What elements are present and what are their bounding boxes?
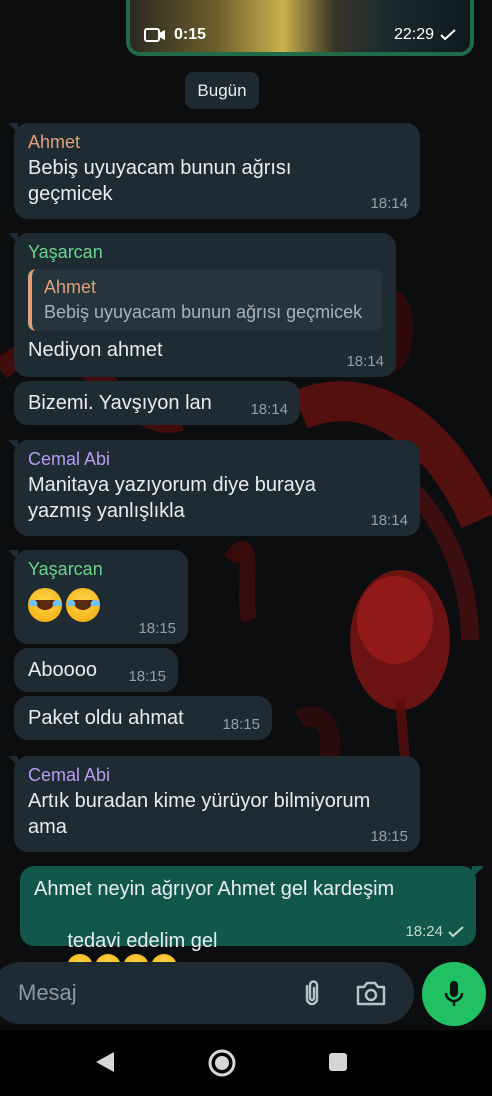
home-nav-icon[interactable] bbox=[207, 1048, 237, 1078]
quoted-sender: Ahmet bbox=[44, 277, 97, 297]
message-time: 18:15 bbox=[222, 716, 260, 733]
message-bubble[interactable]: Ahmet Bebiş uyuyacam bunun ağrısı geçmic… bbox=[8, 123, 420, 219]
message-text: Artık buradan kime yürüyor bilmiyorum am… bbox=[28, 790, 371, 838]
message-text: Bebiş uyuyacam bunun ağrısı geçmicek bbox=[28, 157, 292, 205]
message-time: 18:14 bbox=[370, 512, 408, 529]
mic-icon bbox=[444, 981, 464, 1006]
message-input[interactable]: Mesaj bbox=[18, 980, 77, 1006]
message-bubble[interactable]: Cemal Abi Artık buradan kime yürüyor bil… bbox=[8, 756, 420, 852]
attach-icon[interactable] bbox=[296, 977, 328, 1009]
emoji-message bbox=[28, 588, 174, 622]
video-time-text: 22:29 bbox=[393, 26, 434, 43]
message-text: Manitaya yazıyorum diye buraya yazmış ya… bbox=[28, 474, 316, 522]
quoted-text: Bebiş uyuyacam bunun ağrısı geçmicek bbox=[44, 302, 363, 322]
message-time: 18:15 bbox=[138, 620, 176, 637]
message-bubble[interactable]: Bizemi. Yavşıyon lan 18:14 bbox=[14, 381, 300, 425]
message-sender[interactable]: Ahmet bbox=[28, 129, 406, 155]
message-bubble[interactable]: Yaşarcan Ahmet Bebiş uyuyacam bunun ağrı… bbox=[8, 233, 396, 377]
video-message-bubble[interactable]: 0:15 22:29 bbox=[126, 0, 474, 56]
camera-icon[interactable] bbox=[354, 978, 388, 1008]
message-sender[interactable]: Cemal Abi bbox=[28, 762, 406, 788]
outgoing-line-1: Ahmet neyin ağrıyor Ahmet gel kardeşim bbox=[34, 878, 395, 900]
message-time: 18:14 bbox=[346, 353, 384, 370]
video-duration: 0:15 bbox=[144, 26, 206, 44]
video-timestamp: 22:29 bbox=[394, 26, 456, 44]
video-duration-text: 0:15 bbox=[174, 26, 207, 43]
message-bubble[interactable]: Paket oldu ahmat 18:15 bbox=[14, 696, 272, 740]
crying-laughing-emoji bbox=[66, 588, 100, 622]
system-nav-bar bbox=[0, 1030, 492, 1096]
message-text: Bizemi. Yavşıyon lan bbox=[28, 392, 212, 414]
message-input-bar[interactable]: Mesaj bbox=[0, 962, 414, 1024]
recents-nav-icon[interactable] bbox=[328, 1052, 348, 1072]
quoted-message[interactable]: Ahmet Bebiş uyuyacam bunun ağrısı geçmic… bbox=[28, 269, 382, 331]
back-nav-icon[interactable] bbox=[94, 1050, 116, 1074]
read-check-icon bbox=[440, 29, 456, 41]
message-time: 18:14 bbox=[250, 401, 288, 418]
message-bubble[interactable]: Aboooo 18:15 bbox=[14, 648, 178, 692]
message-time: 18:15 bbox=[128, 668, 166, 685]
outgoing-line-2-text: tedavi edelim gel bbox=[67, 930, 218, 952]
outgoing-time-text: 18:24 bbox=[405, 923, 443, 940]
message-sender[interactable]: Cemal Abi bbox=[28, 446, 406, 472]
message-sender[interactable]: Yaşarcan bbox=[28, 239, 382, 265]
message-time: 18:14 bbox=[370, 195, 408, 212]
message-sender[interactable]: Yaşarcan bbox=[28, 556, 174, 582]
read-check-icon bbox=[448, 925, 464, 937]
message-bubble[interactable]: Yaşarcan 18:15 bbox=[8, 550, 188, 644]
message-text: Nediyon ahmet bbox=[28, 339, 163, 361]
message-time: 18:15 bbox=[370, 828, 408, 845]
outgoing-message-bubble[interactable]: Ahmet neyin ağrıyor Ahmet gel kardeşim t… bbox=[20, 866, 484, 980]
message-bubble[interactable]: Cemal Abi Manitaya yazıyorum diye buraya… bbox=[8, 440, 420, 536]
mic-button[interactable] bbox=[422, 962, 486, 1026]
crying-laughing-emoji bbox=[28, 588, 62, 622]
video-icon bbox=[144, 28, 165, 42]
outgoing-time: 18:24 bbox=[405, 923, 464, 940]
date-chip: Bugün bbox=[185, 72, 259, 109]
